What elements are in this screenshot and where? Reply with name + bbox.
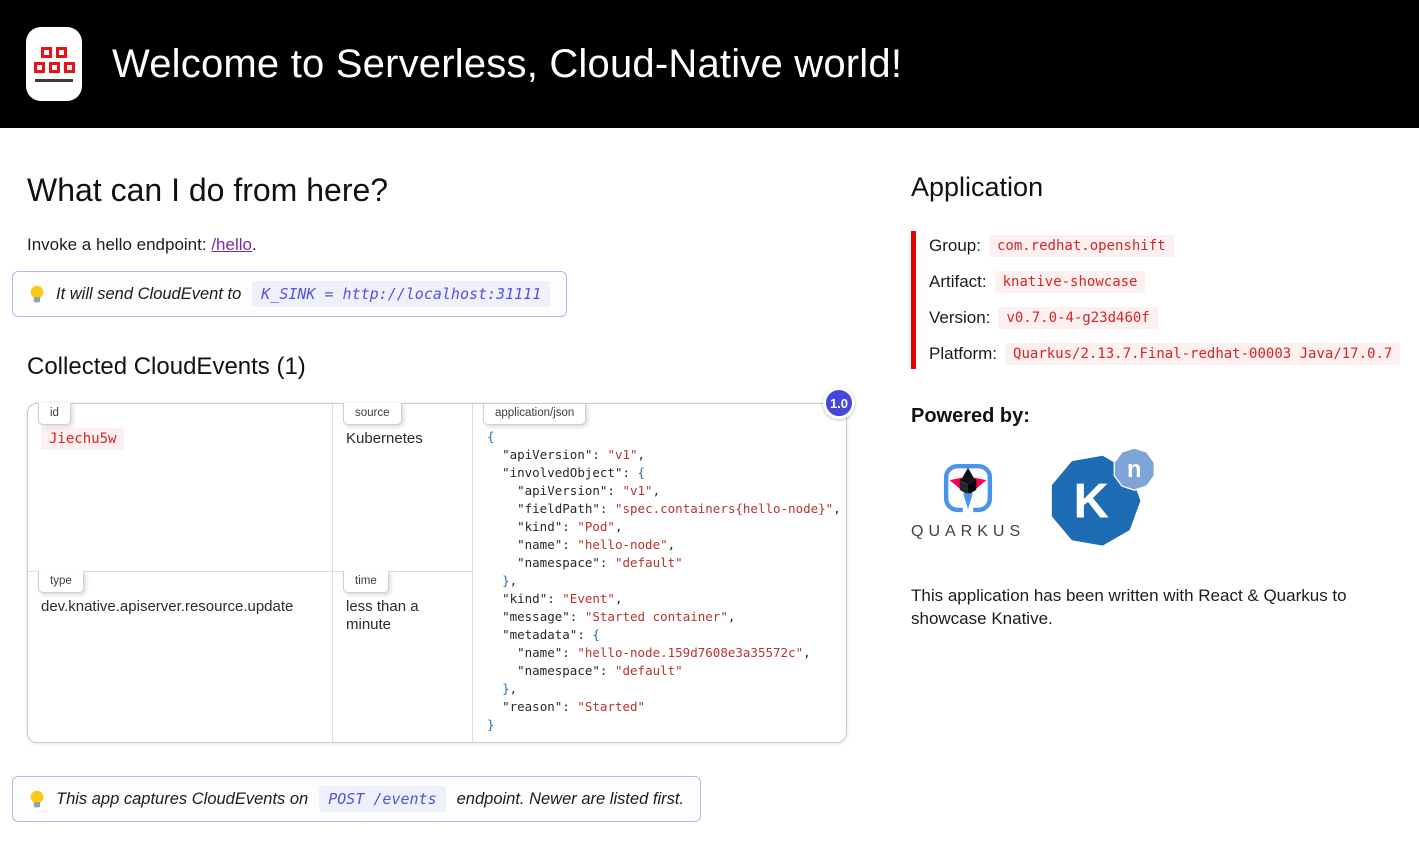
quarkus-wordmark: QUARKUS <box>911 523 1025 541</box>
powered-by-heading: Powered by: <box>911 405 1399 428</box>
app-grid-icon <box>26 27 82 101</box>
platform-value: Quarkus/2.13.7.Final-redhat-00003 Java/1… <box>1005 343 1400 365</box>
application-fields: Group: com.redhat.openshift Artifact: kn… <box>911 231 1399 369</box>
version-label: Version: <box>929 308 990 328</box>
id-column-label: id <box>38 403 71 425</box>
application-sidebar: Application Group: com.redhat.openshift … <box>884 128 1419 661</box>
event-type-value: dev.knative.apiserver.resource.update <box>41 598 293 615</box>
app-header: Welcome to Serverless, Cloud-Native worl… <box>0 0 1419 128</box>
time-column-label: time <box>343 571 389 593</box>
type-column-label: type <box>38 571 84 593</box>
icon-square <box>56 47 67 58</box>
event-type-cell: type dev.knative.apiserver.resource.upda… <box>28 572 333 742</box>
icon-square <box>41 47 52 58</box>
content-type-label: application/json <box>483 404 586 425</box>
event-source-cell: source Kubernetes <box>333 404 473 572</box>
events-tip-text-after: endpoint. Newer are listed first. <box>457 790 684 809</box>
artifact-label: Artifact: <box>929 272 987 292</box>
cloudevents-table: 1.0 id Jiechu5w source Kubernetes applic… <box>27 403 847 743</box>
knative-logo[interactable]: K n <box>1049 448 1159 554</box>
main-content: What can I do from here? Invoke a hello … <box>0 128 884 852</box>
event-time-cell: time less than a minute <box>333 572 473 742</box>
powered-by-logos: QUARKUS K n <box>911 448 1399 554</box>
collected-cloudevents-heading: Collected CloudEvents (1) <box>27 353 884 381</box>
application-heading: Application <box>911 172 1399 203</box>
icon-underline <box>35 79 73 82</box>
version-value: v0.7.0-4-g23d460f <box>998 307 1157 329</box>
icon-squares-top <box>41 47 67 58</box>
event-time-value: less than a minute <box>346 598 419 633</box>
application-group-field: Group: com.redhat.openshift <box>929 235 1399 257</box>
event-source-value: Kubernetes <box>346 430 423 447</box>
events-endpoint-tip: This app captures CloudEvents on POST /e… <box>12 776 701 822</box>
hello-endpoint-link[interactable]: /hello <box>211 235 252 254</box>
app-description: This application has been written with R… <box>911 584 1379 631</box>
ksink-tip: It will send CloudEvent to K_SINK = http… <box>12 271 567 317</box>
svg-text:K: K <box>1074 473 1110 528</box>
app-title: Welcome to Serverless, Cloud-Native worl… <box>112 42 902 87</box>
platform-label: Platform: <box>929 344 997 364</box>
ksink-code: K_SINK = http://localhost:31111 <box>252 281 550 307</box>
artifact-value: knative-showcase <box>995 271 1146 293</box>
invoke-suffix: . <box>252 235 257 254</box>
group-label: Group: <box>929 236 981 256</box>
knative-icon: K n <box>1049 448 1159 549</box>
lightbulb-icon <box>29 285 45 304</box>
event-id-cell: id Jiechu5w <box>28 404 333 572</box>
application-platform-field: Platform: Quarkus/2.13.7.Final-redhat-00… <box>929 343 1399 365</box>
icon-squares-bottom <box>34 62 75 73</box>
source-column-label: source <box>343 403 402 425</box>
application-version-field: Version: v0.7.0-4-g23d460f <box>929 307 1399 329</box>
lightbulb-icon <box>29 790 45 809</box>
event-id-value: Jiechu5w <box>41 428 124 450</box>
invoke-text: Invoke a hello endpoint: /hello. <box>27 235 884 255</box>
page-title: What can I do from here? <box>27 172 884 209</box>
group-value: com.redhat.openshift <box>989 235 1174 257</box>
events-tip-text-before: This app captures CloudEvents on <box>56 790 308 809</box>
event-payload-cell: application/json { "apiVersion": "v1", "… <box>473 404 846 742</box>
quarkus-icon <box>940 460 996 516</box>
quarkus-logo[interactable]: QUARKUS <box>911 460 1025 541</box>
icon-square <box>64 62 75 73</box>
icon-square <box>49 62 60 73</box>
invoke-prefix: Invoke a hello endpoint: <box>27 235 211 254</box>
ksink-tip-text: It will send CloudEvent to <box>56 285 241 304</box>
svg-text:n: n <box>1127 457 1141 483</box>
event-payload-json: { "apiVersion": "v1", "involvedObject": … <box>487 428 840 734</box>
application-artifact-field: Artifact: knative-showcase <box>929 271 1399 293</box>
post-events-code: POST /events <box>319 786 445 812</box>
icon-square <box>34 62 45 73</box>
